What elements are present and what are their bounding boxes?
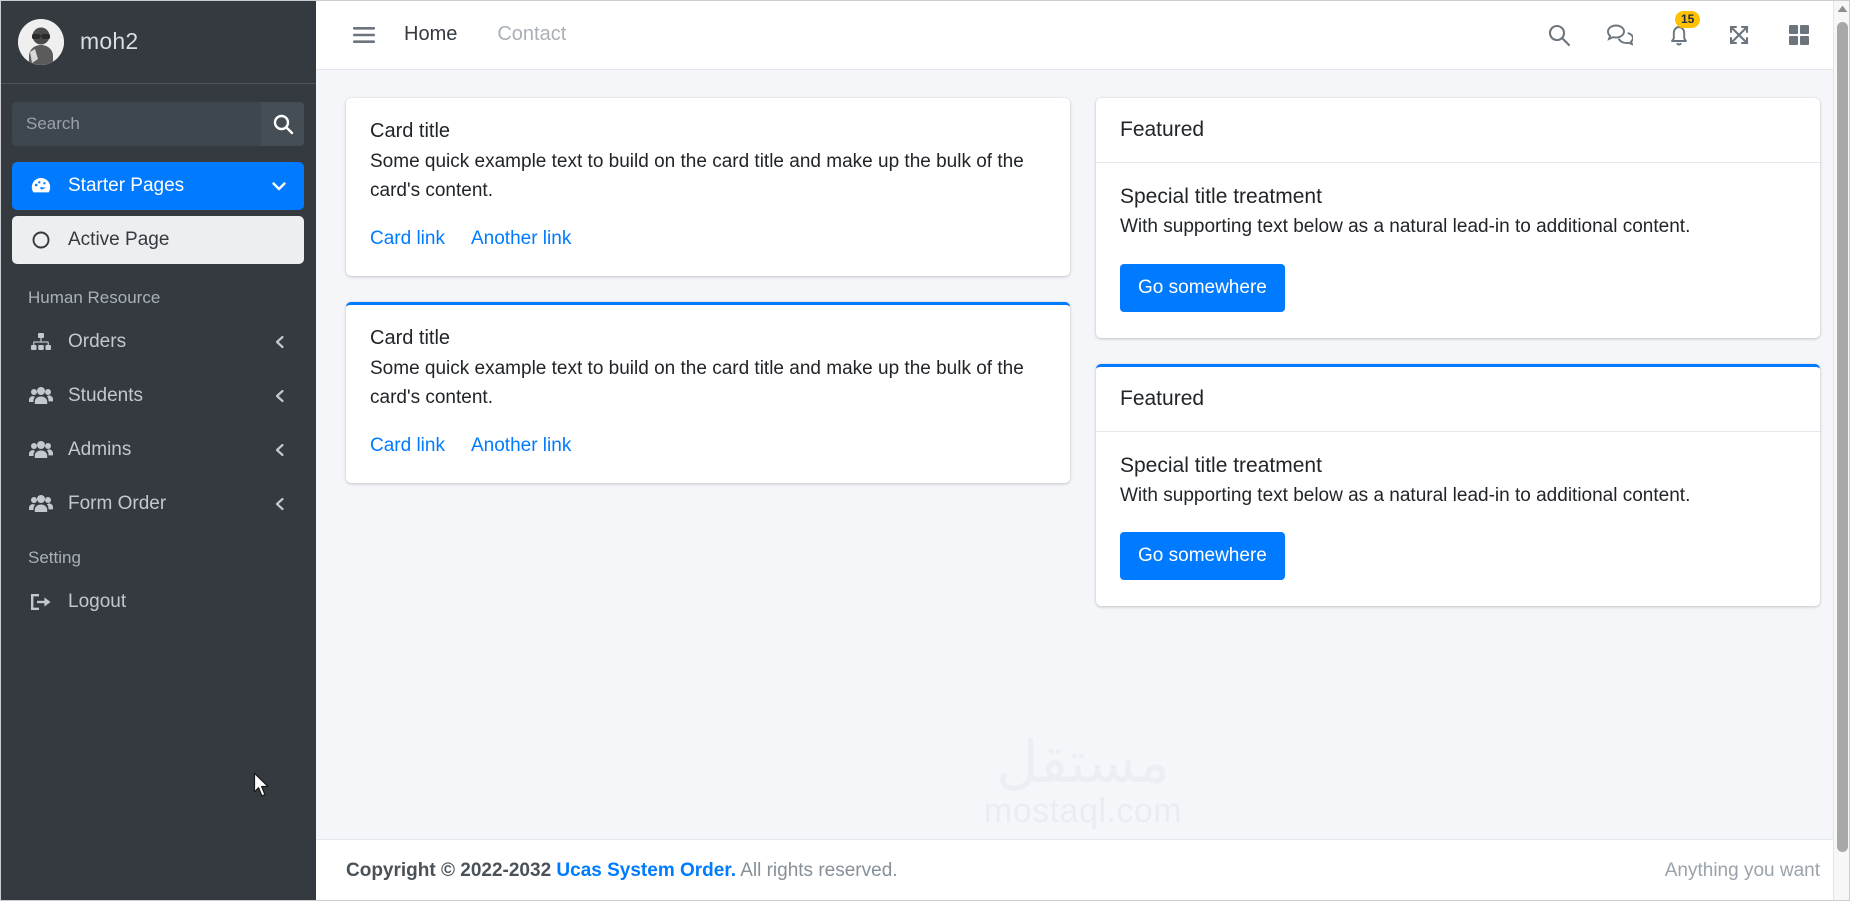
scroll-up-arrow-icon[interactable] (1834, 0, 1850, 17)
hamburger-icon[interactable] (344, 15, 384, 55)
card-link-secondary[interactable]: Another link (471, 435, 571, 457)
chevron-left-icon[interactable] (272, 442, 288, 458)
sidebar-item-label: Students (68, 385, 143, 406)
sidebar-item-form-order[interactable]: Form Order (12, 480, 304, 528)
card-text: Some quick example text to build on the … (370, 151, 1024, 202)
sidebar-item-starter-pages[interactable]: Starter Pages (12, 162, 304, 210)
topnav-link-contact[interactable]: Contact (477, 23, 586, 46)
card-title: Special title treatment (1120, 453, 1322, 477)
card-text: With supporting text below as a natural … (1120, 216, 1691, 237)
sidebar-section-header-human-resource: Human Resource (28, 288, 161, 307)
sidebar-section-header-setting: Setting (28, 548, 81, 567)
users-icon (28, 439, 54, 461)
search-button[interactable] (261, 102, 304, 146)
sidebar-search[interactable] (12, 102, 304, 146)
card-links: Card link Another link (370, 435, 1046, 457)
card-body: Special title treatment With supporting … (1096, 432, 1820, 607)
chevron-down-icon[interactable] (270, 177, 288, 195)
card-body: Card title Some quick example text to bu… (346, 305, 1070, 483)
logout-icon (28, 591, 54, 613)
watermark-latin: mostaql.com (983, 792, 1183, 830)
messages-icon[interactable] (1604, 20, 1634, 50)
bell-icon[interactable]: 15 (1664, 10, 1701, 50)
sidebar-item-students[interactable]: Students (12, 372, 304, 420)
sitemap-icon (28, 331, 54, 353)
right-column: Featured Special title treatment With su… (1096, 98, 1820, 606)
card-link-primary[interactable]: Card link (370, 435, 445, 457)
card-link-secondary[interactable]: Another link (471, 228, 571, 250)
topbar-left: Home Contact (344, 15, 586, 55)
page-content: Card title Some quick example text to bu… (316, 70, 1850, 839)
footer: Copyright © 2022-2032 Ucas System Order.… (316, 839, 1850, 901)
sidebar-item-admins[interactable]: Admins (12, 426, 304, 474)
chevron-left-icon[interactable] (272, 388, 288, 404)
card-text: Some quick example text to build on the … (370, 357, 1024, 409)
sidebar-brand[interactable]: moh2 (0, 0, 316, 84)
sidebar-subitem-label: Active Page (68, 229, 170, 250)
chevron-left-icon[interactable] (272, 334, 288, 350)
dashboard-gauge-icon (28, 174, 54, 198)
footer-brand-link[interactable]: Ucas System Order. (556, 860, 736, 881)
go-somewhere-button[interactable]: Go somewhere (1120, 532, 1285, 580)
sidebar-nav: Starter Pages Active Page Human Resource (0, 162, 316, 901)
sidebar-item-orders[interactable]: Orders (12, 318, 304, 366)
sidebar-item-logout[interactable]: Logout (12, 578, 304, 626)
sidebar-subitem-active-page[interactable]: Active Page (12, 216, 304, 264)
watermark: مستقل mostaql.com (983, 727, 1183, 831)
footer-rights: All rights reserved. (740, 859, 898, 881)
footer-copyright: Copyright © 2022-2032 Ucas System Order.… (346, 860, 898, 882)
card-title: Special title treatment (1120, 185, 1322, 208)
card-text: With supporting text below as a natural … (1120, 484, 1691, 506)
sidebar-item-label: Form Order (68, 493, 167, 514)
circle-outline-icon (28, 230, 54, 250)
scrollbar-thumb[interactable] (1837, 22, 1848, 852)
left-column: Card title Some quick example text to bu… (346, 98, 1070, 483)
grid-apps-icon[interactable] (1784, 20, 1814, 50)
app-root: moh2 St (0, 0, 1850, 901)
page-scrollbar[interactable] (1833, 0, 1850, 901)
chevron-left-icon[interactable] (272, 496, 288, 512)
go-somewhere-button[interactable]: Go somewhere (1120, 263, 1285, 312)
sidebar-item-label: Orders (68, 331, 127, 352)
search-icon[interactable] (1544, 20, 1574, 50)
users-icon (28, 385, 54, 407)
users-icon (28, 493, 54, 515)
topbar: Home Contact 15 (316, 0, 1850, 70)
watermark-arabic: مستقل (996, 727, 1170, 796)
fullscreen-icon[interactable] (1724, 20, 1754, 50)
card-basic-1: Card title Some quick example text to bu… (346, 98, 1070, 276)
card-featured-2: Featured Special title treatment With su… (1096, 363, 1820, 607)
sidebar-item-label: Admins (68, 439, 132, 460)
topnav-link-home[interactable]: Home (384, 23, 477, 46)
card-links: Card link Another link (370, 228, 1046, 250)
card-featured-1: Featured Special title treatment With su… (1096, 98, 1820, 338)
sidebar-item-label: Logout (68, 591, 127, 612)
search-input[interactable] (12, 102, 261, 146)
card-body: Special title treatment With supporting … (1096, 163, 1820, 338)
card-title: Card title (370, 120, 451, 142)
footer-copyright-prefix: Copyright © 2022-2032 (346, 859, 552, 881)
main-area: Home Contact 15 Card title Some quick ex… (316, 0, 1850, 901)
notification-badge: 15 (1675, 10, 1701, 28)
card-link-primary[interactable]: Card link (370, 228, 445, 250)
card-header: Featured (1096, 98, 1820, 163)
avatar (18, 18, 64, 65)
card-body: Card title Some quick example text to bu… (346, 98, 1070, 276)
content-row: Card title Some quick example text to bu… (346, 98, 1820, 606)
sidebar-item-label: Starter Pages (68, 175, 185, 196)
brand-name: moh2 (80, 28, 139, 54)
card-header: Featured (1096, 367, 1820, 432)
sidebar: moh2 St (0, 0, 316, 901)
footer-right-text: Anything you want (1664, 859, 1820, 881)
card-basic-2: Card title Some quick example text to bu… (346, 301, 1070, 483)
card-title: Card title (370, 326, 451, 349)
topbar-right: 15 (1544, 10, 1824, 50)
